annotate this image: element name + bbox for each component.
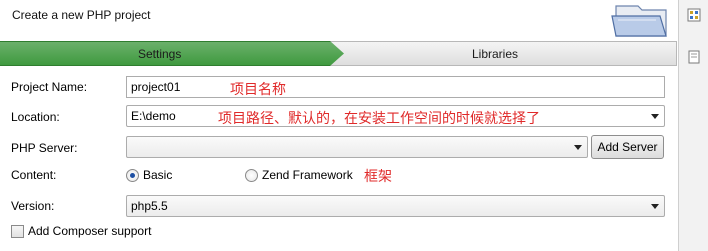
location-annotation: 项目路径、默认的，在安装工作空间的时候就选择了 (218, 111, 540, 127)
side-panel-icon[interactable] (687, 8, 701, 22)
project-name-annotation: 项目名称 (230, 82, 286, 98)
php-server-label: PHP Server: (11, 141, 78, 155)
composer-checkbox[interactable] (11, 225, 24, 238)
side-panel (678, 0, 708, 251)
content-label: Content: (11, 168, 57, 182)
version-label: Version: (11, 199, 55, 213)
settings-form: Project Name: project01 项目名称 Location: E… (0, 66, 678, 251)
zend-framework-radio[interactable] (245, 169, 258, 182)
wizard-folder-icon (611, 5, 667, 37)
zend-framework-radio-label[interactable]: Zend Framework (262, 168, 353, 182)
chevron-down-icon (651, 204, 659, 209)
tab-libraries-label: Libraries (472, 47, 519, 61)
project-name-input[interactable]: project01 (126, 76, 665, 98)
php-server-combo[interactable] (126, 136, 588, 158)
chevron-down-icon (574, 145, 582, 150)
wizard-title: Create a new PHP project (12, 8, 151, 22)
composer-checkbox-label[interactable]: Add Composer support (28, 224, 151, 238)
project-name-label: Project Name: (11, 80, 88, 94)
tab-settings[interactable]: Settings (0, 41, 344, 66)
basic-radio-label[interactable]: Basic (143, 168, 172, 182)
wizard-tabs: Libraries Settings (0, 41, 677, 66)
version-combo[interactable]: php5.5 (126, 195, 665, 217)
radio-selected-dot (130, 173, 135, 178)
location-label: Location: (11, 110, 60, 124)
chevron-down-icon (651, 114, 659, 119)
location-value: E:\demo (131, 109, 176, 123)
wizard-header: Create a new PHP project (0, 0, 678, 40)
content-annotation: 框架 (364, 169, 392, 185)
add-server-button[interactable]: Add Server (591, 135, 664, 159)
version-value: php5.5 (131, 199, 168, 213)
side-panel-page-icon[interactable] (687, 50, 701, 64)
basic-radio[interactable] (126, 169, 139, 182)
tab-settings-label: Settings (138, 47, 182, 61)
tab-libraries[interactable]: Libraries (330, 41, 677, 66)
